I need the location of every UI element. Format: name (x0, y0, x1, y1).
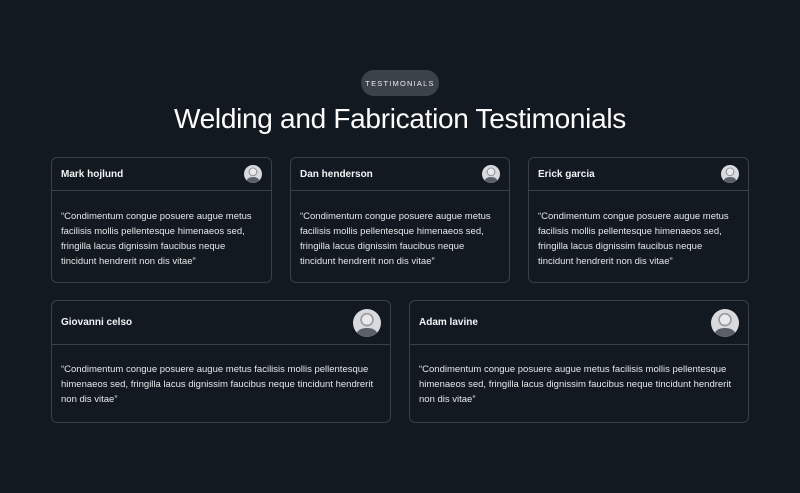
testimonial-quote: “Condimentum congue posuere augue metus … (61, 211, 252, 267)
testimonials-section: TESTIMONIALS Welding and Fabrication Tes… (0, 0, 800, 493)
testimonial-card: Giovanni celso “Condimentum congue posue… (51, 300, 391, 423)
section-badge: TESTIMONIALS (361, 70, 439, 96)
testimonial-quote: “Condimentum congue posuere augue metus … (300, 211, 491, 267)
card-header: Erick garcia (529, 158, 748, 191)
reviewer-name: Mark hojlund (61, 168, 124, 180)
card-header: Mark hojlund (52, 158, 271, 191)
card-header: Adam lavine (410, 301, 748, 345)
reviewer-name: Giovanni celso (61, 317, 133, 328)
avatar (482, 165, 500, 183)
avatar (244, 165, 262, 183)
testimonial-quote: “Condimentum congue posuere augue metus … (419, 364, 732, 405)
card-header: Giovanni celso (52, 301, 390, 345)
avatar (721, 165, 739, 183)
testimonial-quote: “Condimentum congue posuere augue metus … (538, 211, 729, 267)
section-title: Welding and Fabrication Testimonials (174, 103, 626, 134)
avatar (353, 308, 381, 337)
card-header: Dan henderson (291, 158, 509, 191)
testimonial-card: Dan henderson “Condimentum congue posuer… (290, 157, 510, 283)
avatar (711, 308, 739, 337)
testimonial-card: Adam lavine “Condimentum congue posuere … (409, 300, 749, 423)
reviewer-name: Erick garcia (538, 168, 595, 180)
testimonial-card: Erick garcia “Condimentum congue posuere… (528, 157, 749, 283)
testimonial-quote: “Condimentum congue posuere augue metus … (61, 364, 374, 405)
testimonial-card: Mark hojlund “Condimentum congue posuere… (51, 157, 272, 283)
reviewer-name: Adam lavine (419, 317, 478, 328)
reviewer-name: Dan henderson (300, 168, 373, 180)
